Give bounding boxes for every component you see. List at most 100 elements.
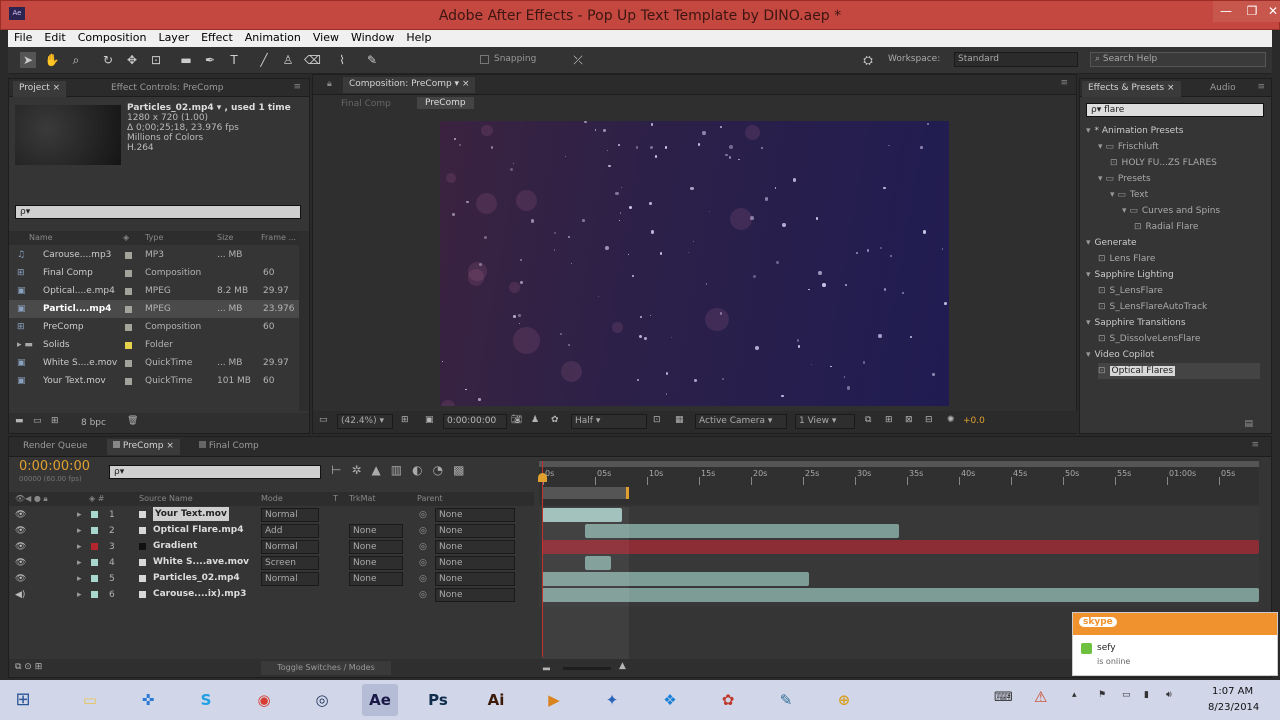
timeline-icon[interactable]: ⊠ xyxy=(905,415,913,425)
effects-tree-item[interactable]: ⊡ S_LensFlareAutoTrack xyxy=(1098,299,1260,315)
expand-arrow-icon[interactable]: ▸ xyxy=(77,555,82,571)
sniper-icon[interactable]: ✜ xyxy=(130,684,166,716)
flower-icon[interactable]: ✿ xyxy=(710,684,746,716)
frame-blending-icon[interactable]: ▥ xyxy=(391,463,412,477)
effects-tree-item[interactable]: ⊡ Lens Flare xyxy=(1098,251,1260,267)
layer-name[interactable]: Particles_02.mp4 xyxy=(153,571,240,585)
layer-name[interactable]: White S....ave.mov xyxy=(153,555,249,569)
motion-blur-icon[interactable]: ◐ xyxy=(412,463,432,477)
pickwhip-icon[interactable]: ◎ xyxy=(419,571,427,587)
rotate-tool-icon[interactable]: ↻ xyxy=(100,52,116,68)
pickwhip-icon[interactable]: ◎ xyxy=(419,523,427,539)
display-icon[interactable]: ▭ xyxy=(1122,690,1131,700)
effects-tree-item[interactable]: ▾ ▭ Presets xyxy=(1098,171,1260,187)
selection-tool-icon[interactable]: ➤ xyxy=(20,52,36,68)
col-parent[interactable]: Parent xyxy=(417,492,443,506)
visibility-toggle-icon[interactable]: 👁︎ xyxy=(15,539,26,555)
network-icon[interactable]: ⊕ xyxy=(826,684,862,716)
menu-item-layer[interactable]: Layer xyxy=(152,30,195,45)
playhead-handle[interactable] xyxy=(538,473,547,482)
col-source-name[interactable]: Source Name xyxy=(139,492,193,506)
comp-mini-flowchart-icon[interactable]: ⊢ xyxy=(331,463,351,477)
search-help-input[interactable]: ⌕ Search Help xyxy=(1090,52,1266,67)
expand-arrow-icon[interactable]: ▸ xyxy=(77,507,82,523)
label-color-swatch[interactable] xyxy=(91,543,98,550)
photoshop-icon[interactable]: Ps xyxy=(420,684,456,716)
workspace-icon[interactable]: ⛭ xyxy=(860,52,876,68)
label-color-swatch[interactable] xyxy=(91,527,98,534)
col-name[interactable]: Name xyxy=(29,231,53,245)
expand-arrow-icon[interactable]: ▸ xyxy=(77,571,82,587)
camera-tool-icon[interactable]: ✥ xyxy=(124,52,140,68)
work-area-region[interactable] xyxy=(542,507,629,663)
col-t[interactable]: T xyxy=(333,492,338,506)
panel-menu-icon[interactable]: ≡ xyxy=(1251,440,1259,450)
close-icon[interactable]: × xyxy=(166,441,174,451)
clock-time[interactable]: 1:07 AM xyxy=(1212,686,1253,697)
effects-tree-item[interactable]: ⊡ Optical Flares xyxy=(1098,363,1260,379)
parent-dropdown[interactable]: None xyxy=(435,540,515,554)
camera-dropdown[interactable]: Active Camera ▾ xyxy=(695,414,787,429)
view-layout-dropdown[interactable]: 1 View ▾ xyxy=(795,414,855,429)
tab-composition[interactable]: Composition: PreComp ▾ × xyxy=(343,77,476,93)
type-tool-icon[interactable]: T xyxy=(226,52,242,68)
always-preview-icon[interactable]: ▭ xyxy=(319,415,328,425)
effects-tree-item[interactable]: ▾ ▭ Frischluft xyxy=(1098,139,1260,155)
menu-item-view[interactable]: View xyxy=(307,30,345,45)
layer-name[interactable]: Gradient xyxy=(153,539,197,553)
label-color-swatch[interactable] xyxy=(125,270,132,277)
label-color-swatch[interactable] xyxy=(125,324,132,331)
project-search-input[interactable]: ρ▾ xyxy=(15,205,301,219)
parent-dropdown[interactable]: None xyxy=(435,572,515,586)
tab-audio[interactable]: Audio xyxy=(1204,81,1242,97)
show-snapshot-icon[interactable]: ♟ xyxy=(531,415,539,425)
pen-tool-icon[interactable]: ✒ xyxy=(202,52,218,68)
media-player-icon[interactable]: ▶ xyxy=(536,684,572,716)
layer-duration-bar[interactable] xyxy=(542,540,1259,554)
label-color-swatch[interactable] xyxy=(125,360,132,367)
blend-mode-dropdown[interactable]: Normal xyxy=(261,540,319,554)
layer-row[interactable]: ◀) ▸ 6 Carouse....ix).mp3 ◎ None xyxy=(9,587,534,603)
volume-icon[interactable]: 🔊︎ xyxy=(1166,690,1172,700)
project-scrollbar[interactable] xyxy=(299,231,309,411)
label-color-swatch[interactable] xyxy=(91,559,98,566)
pickwhip-icon[interactable]: ◎ xyxy=(419,507,427,523)
parent-dropdown[interactable]: None xyxy=(435,556,515,570)
interpret-footage-icon[interactable]: ▬ xyxy=(15,416,24,426)
layer-name[interactable]: Your Text.mov xyxy=(153,507,229,521)
snap-options-icon[interactable]: ⤫ xyxy=(570,52,586,68)
trkmat-dropdown[interactable]: None xyxy=(349,556,403,570)
clone-stamp-tool-icon[interactable]: ♙ xyxy=(280,52,296,68)
effects-tree-item[interactable]: ⊡ S_DissolveLensFlare xyxy=(1098,331,1260,347)
keyboard-icon[interactable]: ⌨ xyxy=(994,690,1013,705)
snapshot-icon[interactable]: 📷︎ xyxy=(511,415,522,425)
parent-dropdown[interactable]: None xyxy=(435,588,515,602)
layer-duration-bar[interactable] xyxy=(542,588,1259,602)
shy-icon[interactable]: ▲ xyxy=(372,463,391,477)
layer-switches-icon[interactable]: ⧉ ⊙ ⊞ xyxy=(15,662,42,672)
blend-mode-dropdown[interactable]: Normal xyxy=(261,572,319,586)
label-color-swatch[interactable] xyxy=(125,288,132,295)
pickwhip-icon[interactable]: ◎ xyxy=(419,587,427,603)
layer-name[interactable]: Optical Flare.mp4 xyxy=(153,523,243,537)
trkmat-dropdown[interactable]: None xyxy=(349,572,403,586)
visibility-toggle-icon[interactable]: 👁︎ xyxy=(15,523,26,539)
cinema4d-icon[interactable]: ◎ xyxy=(304,684,340,716)
effects-tree-item[interactable]: ▾ Sapphire Lighting xyxy=(1086,267,1260,283)
zoom-slider[interactable] xyxy=(563,667,611,670)
effects-tree-item[interactable]: ⊡ Radial Flare xyxy=(1134,219,1260,235)
tab-effects-presets[interactable]: Effects & Presets × xyxy=(1082,81,1181,97)
exposure-icon[interactable]: ✺ xyxy=(947,415,955,425)
draft-3d-icon[interactable]: ✲ xyxy=(351,463,371,477)
col-mode[interactable]: Mode xyxy=(261,492,283,506)
grid-icon[interactable]: ⊞ xyxy=(401,415,409,425)
tab-project[interactable]: Project × xyxy=(13,81,67,97)
new-comp-icon[interactable]: ⊞ xyxy=(51,416,59,426)
comp-subtab-precomp[interactable]: PreComp xyxy=(417,97,474,109)
resolution-dropdown[interactable]: Half ▾ xyxy=(571,414,647,429)
effects-tree-item[interactable]: ▾ ▭ Curves and Spins xyxy=(1122,203,1260,219)
panel-menu-icon[interactable]: ≡ xyxy=(1257,82,1265,92)
menu-item-edit[interactable]: Edit xyxy=(38,30,71,45)
layer-row[interactable]: 👁︎ ▸ 4 White S....ave.mov Screen None ◎ None xyxy=(9,555,534,571)
toggle-pixel-aspect-icon[interactable]: ⧉ xyxy=(865,415,871,425)
